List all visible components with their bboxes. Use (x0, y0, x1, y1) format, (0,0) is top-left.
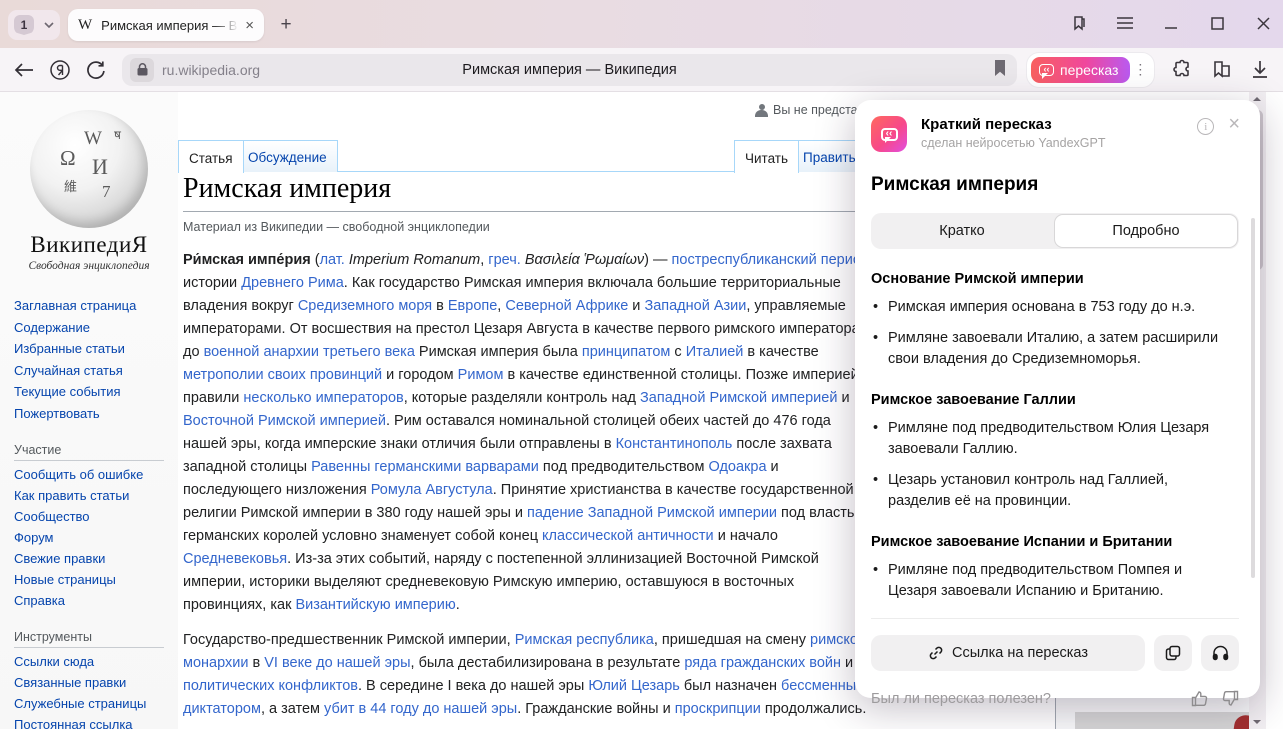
wikipedia-logo[interactable]: W Ω И 維 7 ष (30, 110, 148, 228)
summary-panel-header: ‹‹ Краткий пересказ сделан нейросетью Ya… (871, 116, 1240, 152)
new-tab-button[interactable]: + (274, 13, 298, 37)
browser-window: 1 W Римская империя — Википедия × + (0, 0, 1283, 729)
summary-heading: Римская империя (871, 174, 1240, 196)
sidebar-item-main-page[interactable]: Заглавная страница (14, 298, 178, 313)
minimize-icon[interactable] (1161, 13, 1181, 33)
scroll-down-icon[interactable] (1253, 720, 1261, 724)
summary-bullet: Римская империя основана в 753 году до н… (871, 297, 1223, 318)
summary-bullet: Римляне под предводительством Помпея и Ц… (871, 560, 1223, 602)
sidebar-item-special-pages[interactable]: Служебные страницы (14, 696, 178, 711)
maximize-icon[interactable] (1207, 13, 1227, 33)
section-title: Основание Римской империи (871, 271, 1240, 287)
side-panel-icon[interactable] (1069, 13, 1089, 33)
summary-mode-switch: Кратко Подробно (871, 213, 1239, 249)
copy-button[interactable] (1154, 635, 1192, 671)
wiki-logo-subtitle: Свободная энциклопедия (0, 260, 178, 272)
wikipedia-favicon: W (78, 17, 92, 34)
wiki-nav-participation: Сообщить об ошибке Как править статьи Со… (14, 467, 178, 608)
quote-bubble-icon: ‹‹ (1039, 64, 1054, 76)
summary-panel-title: Краткий пересказ (921, 116, 1197, 133)
user-icon (755, 104, 768, 117)
article-paragraph: Государство-предшественник Римской импер… (183, 629, 875, 721)
sidebar-item-what-links-here[interactable]: Ссылки сюда (14, 654, 178, 669)
tab-talk[interactable]: Обсуждение (237, 140, 338, 172)
sidebar-item-permanent-link[interactable]: Постоянная ссылка (14, 717, 178, 729)
close-icon[interactable]: × (1228, 116, 1240, 132)
sidebar-item-recent-changes[interactable]: Свежие правки (14, 551, 178, 566)
sidebar-item-related-changes[interactable]: Связанные правки (14, 675, 178, 690)
summary-button[interactable]: ‹‹ пересказ (1031, 57, 1130, 83)
divider (871, 618, 1239, 619)
chevron-down-icon (44, 22, 54, 28)
menu-icon[interactable] (1115, 13, 1135, 33)
sidebar-item-forum[interactable]: Форум (14, 530, 178, 545)
section-title: Римское завоевание Испании и Британии (871, 534, 1240, 550)
summary-panel-icon: ‹‹ (871, 116, 907, 152)
listen-button[interactable] (1201, 635, 1239, 671)
feedback-question: Был ли пересказ полезен? (871, 691, 1191, 707)
bookmark-icon[interactable] (993, 59, 1007, 77)
info-icon[interactable]: i (1197, 118, 1214, 135)
section-title: Римское завоевание Галлии (871, 392, 1240, 408)
tab-count-badge: 1 (14, 15, 34, 35)
download-icon[interactable] (1251, 60, 1269, 79)
link-icon (928, 645, 944, 661)
sidebar-section-tools: Инструменты (14, 630, 164, 648)
empire-map-image[interactable] (1075, 712, 1267, 729)
summary-link-button[interactable]: Ссылка на пересказ (871, 635, 1145, 671)
thumbs-up-icon[interactable] (1191, 690, 1208, 707)
sidebar-item-community[interactable]: Сообщество (14, 509, 178, 524)
summary-link-label: Ссылка на пересказ (952, 645, 1088, 661)
summary-panel: ‹‹ Краткий пересказ сделан нейросетью Ya… (855, 100, 1260, 698)
tab-close-icon[interactable]: × (245, 17, 254, 34)
collections-icon[interactable] (1211, 60, 1233, 80)
summary-bullet: Римляне завоевали Италию, а затем расшир… (871, 328, 1223, 370)
sidebar-item-new-pages[interactable]: Новые страницы (14, 572, 178, 587)
tab-title: Римская империя — Википедия (101, 18, 241, 33)
yandex-search-icon[interactable] (46, 56, 74, 84)
tab-bar: 1 W Римская империя — Википедия × + (0, 0, 1283, 48)
tab-read[interactable]: Читать (734, 140, 799, 173)
reload-icon[interactable] (82, 56, 110, 84)
sidebar-item-donate[interactable]: Пожертвовать (14, 406, 178, 421)
tab-group-control[interactable]: 1 (8, 10, 60, 40)
sidebar-item-help[interactable]: Справка (14, 593, 178, 608)
summary-toolbar-widget: ‹‹ пересказ ⋮ (1027, 53, 1154, 87)
wiki-nav-main: Заглавная страница Содержание Избранные … (14, 298, 178, 421)
sidebar-item-contents[interactable]: Содержание (14, 320, 178, 335)
url-domain: ru.wikipedia.org (162, 62, 260, 78)
address-bar[interactable]: ru.wikipedia.org Римская империя — Викип… (122, 54, 1017, 86)
sidebar-item-random[interactable]: Случайная статья (14, 363, 178, 378)
lock-icon[interactable] (130, 58, 154, 82)
sidebar-section-participation: Участие (14, 443, 164, 461)
sidebar-item-how-to-edit[interactable]: Как править статьи (14, 488, 178, 503)
scroll-up-icon[interactable] (1253, 97, 1261, 101)
sidebar-item-current-events[interactable]: Текущие события (14, 384, 178, 399)
close-window-icon[interactable] (1253, 13, 1273, 33)
back-icon[interactable] (10, 56, 38, 84)
summary-bullet: Римляне под предводительством Юлия Цезар… (871, 418, 1223, 460)
thumbs-down-icon[interactable] (1222, 690, 1239, 707)
panel-scrollbar-thumb[interactable] (1251, 218, 1255, 578)
summary-panel-subtitle: сделан нейросетью YandexGPT (921, 136, 1197, 150)
tab-brief[interactable]: Кратко (871, 213, 1053, 249)
summary-sections: Основание Римской империи Римская импери… (871, 271, 1240, 602)
browser-tab[interactable]: W Римская империя — Википедия × (68, 9, 264, 41)
article-paragraph: Ри́мская импе́рия (лат. Imperium Romanum… (183, 249, 875, 617)
wiki-logo-title: ВикипедиЯ (0, 232, 178, 258)
navigation-toolbar: ru.wikipedia.org Римская империя — Викип… (0, 48, 1283, 92)
tab-article[interactable]: Статья (178, 140, 244, 173)
tab-detailed[interactable]: Подробно (1054, 214, 1238, 248)
copy-icon (1165, 645, 1181, 661)
kebab-menu-icon[interactable]: ⋮ (1130, 61, 1150, 78)
sidebar-item-report-error[interactable]: Сообщить об ошибке (14, 467, 178, 482)
sidebar-item-featured[interactable]: Избранные статьи (14, 341, 178, 356)
summary-bullet: Цезарь установил контроль над Галлией, р… (871, 470, 1223, 512)
summary-button-label: пересказ (1060, 62, 1118, 78)
headphones-icon (1212, 645, 1229, 661)
wiki-nav-tools: Ссылки сюда Связанные правки Служебные с… (14, 654, 178, 729)
wiki-sidebar: W Ω И 維 7 ष ВикипедиЯ Свободная энциклоп… (0, 92, 178, 729)
extensions-puzzle-icon[interactable] (1172, 59, 1193, 80)
